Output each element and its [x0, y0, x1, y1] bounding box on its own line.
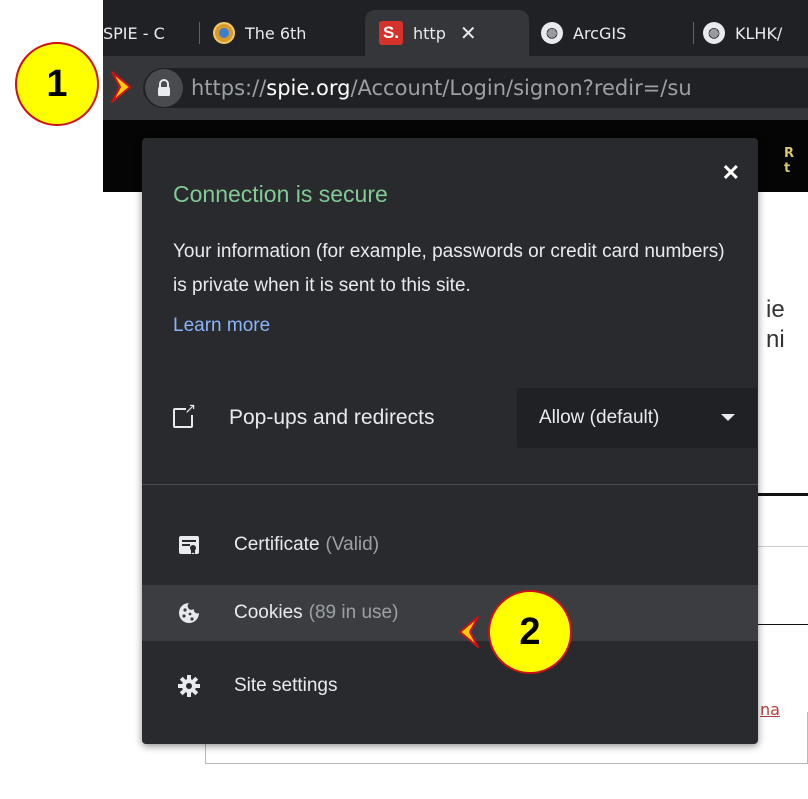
tab-title: ArcGIS — [573, 23, 627, 43]
page-text-fragment: ni — [766, 326, 785, 353]
permission-value: Allow (default) — [539, 407, 660, 428]
connection-description: Your information (for example, passwords… — [173, 241, 725, 296]
popup-divider — [142, 484, 758, 485]
address-bar[interactable]: https://spie.org/Account/Login/signon?re… — [143, 68, 808, 108]
menu-item-label: Site settings — [234, 675, 338, 696]
certificate-status: (Valid) — [325, 534, 380, 555]
gear-icon — [178, 675, 200, 697]
tab-title: KLHK/ — [735, 23, 783, 43]
permission-label: Pop-ups and redirects — [229, 406, 435, 429]
popups-permission-row: Pop-ups and redirects Allow (default) — [173, 388, 757, 448]
learn-more-link[interactable]: Learn more — [173, 315, 270, 337]
page-divider — [758, 493, 808, 496]
tab-spie[interactable]: SPIE - C — [103, 10, 195, 56]
tab-title: The 6th — [245, 23, 307, 43]
globe-icon: ◍ — [703, 22, 725, 44]
tab-the-6th[interactable]: The 6th — [213, 10, 363, 56]
callout-2: 2 — [488, 590, 572, 674]
page-divider — [758, 624, 808, 625]
page-logo-fragment: Rt — [784, 146, 795, 176]
toolbar: https://spie.org/Account/Login/signon?re… — [103, 56, 808, 120]
tab-separator — [199, 22, 200, 44]
cookies-count: (89 in use) — [308, 602, 399, 623]
cookie-icon — [178, 602, 200, 624]
url-text: https://spie.org/Account/Login/signon?re… — [191, 76, 692, 100]
connection-status-title: Connection is secure — [173, 181, 388, 207]
tab-active-spie-login[interactable]: S. http ✕ — [365, 10, 529, 56]
menu-item-label: Cookies — [234, 602, 303, 623]
dropdown-caret-icon — [721, 414, 735, 421]
certificate-icon — [178, 534, 200, 556]
permission-select[interactable]: Allow (default) — [517, 388, 757, 448]
site-favicon-icon — [213, 22, 235, 44]
tab-title: http — [413, 23, 446, 43]
callout-1-arrow-icon — [111, 71, 131, 103]
lock-icon — [158, 79, 170, 96]
tab-title: SPIE - C — [103, 23, 165, 43]
tab-separator — [693, 22, 694, 44]
menu-item-label: Certificate — [234, 534, 320, 555]
tab-arcgis[interactable]: ◍ ArcGIS — [541, 10, 691, 56]
globe-icon: ◍ — [541, 22, 563, 44]
spie-favicon-icon: S. — [379, 21, 403, 45]
tab-klhk[interactable]: ◍ KLHK/ — [703, 10, 808, 56]
site-info-popup: ✕ Connection is secure Your information … — [142, 138, 758, 744]
certificate-item[interactable]: Certificate (Valid) — [142, 517, 758, 573]
page-text-fragment: ie — [766, 296, 785, 323]
close-tab-icon[interactable]: ✕ — [460, 21, 477, 45]
cookies-item[interactable]: Cookies (89 in use) — [142, 585, 758, 641]
site-settings-item[interactable]: Site settings — [142, 658, 758, 714]
external-link-icon — [173, 401, 196, 428]
close-icon[interactable]: ✕ — [722, 160, 740, 186]
page-divider — [758, 546, 808, 547]
tab-strip: SPIE - C The 6th S. http ✕ ◍ ArcGIS ◍ KL… — [103, 0, 808, 56]
callout-1: 1 — [15, 42, 99, 126]
callout-2-arrow-icon — [459, 616, 479, 648]
site-info-button[interactable] — [145, 69, 183, 107]
